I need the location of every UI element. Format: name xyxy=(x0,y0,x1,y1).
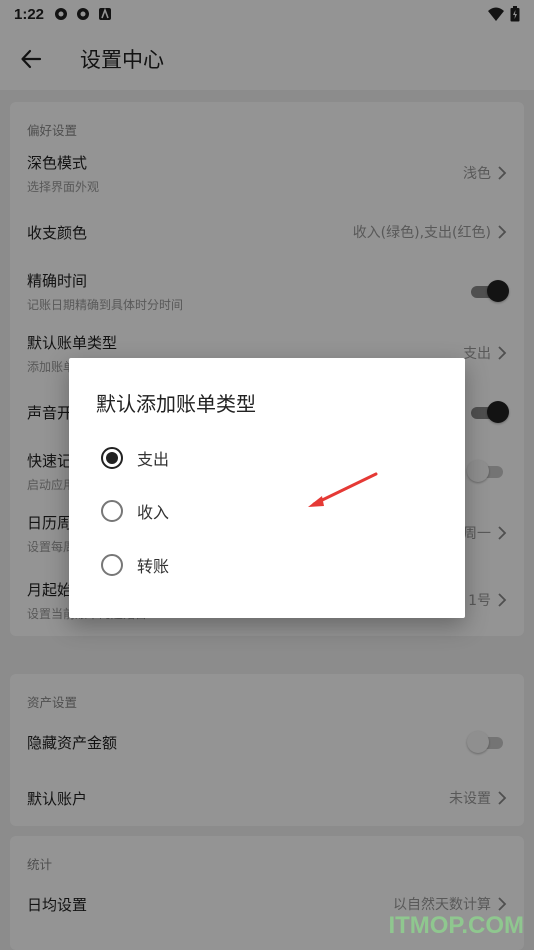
default-type-dialog: 默认添加账单类型 支出 收入 转账 xyxy=(69,358,465,618)
radio-unchecked[interactable] xyxy=(101,554,123,576)
option-label: 支出 xyxy=(137,450,170,469)
option-label: 转账 xyxy=(137,557,170,576)
option-transfer[interactable]: 转账 xyxy=(101,545,169,585)
radio-checked[interactable] xyxy=(101,447,123,469)
watermark: ITMOP.COM xyxy=(388,912,524,939)
dialog-title: 默认添加账单类型 xyxy=(96,392,256,416)
option-expense[interactable]: 支出 xyxy=(101,438,169,478)
option-label: 收入 xyxy=(137,503,170,522)
radio-unchecked[interactable] xyxy=(101,500,123,522)
option-income[interactable]: 收入 xyxy=(101,491,169,531)
annotation-arrow-icon xyxy=(308,472,378,507)
